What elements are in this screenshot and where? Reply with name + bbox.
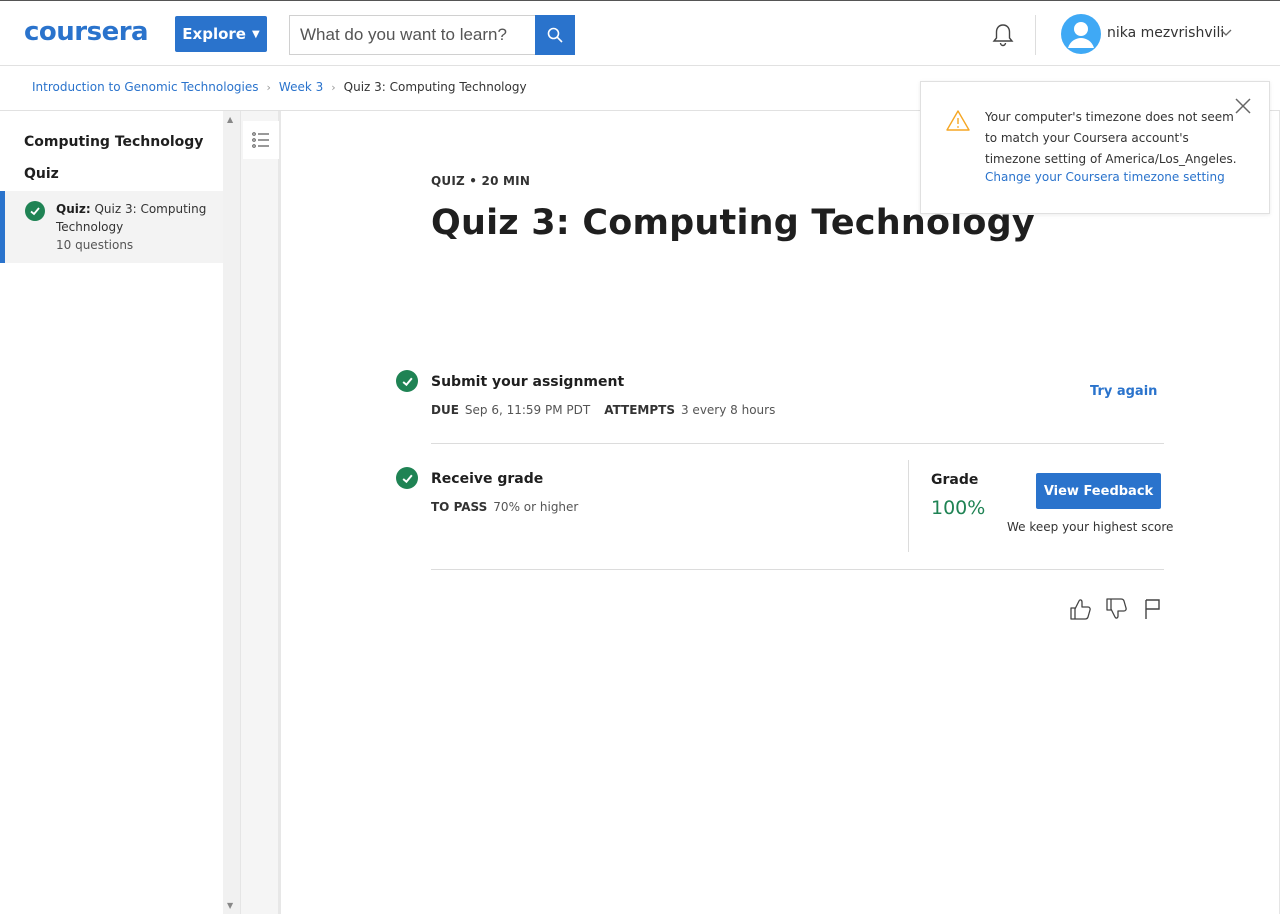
sidebar-section-sub: Quiz: [24, 166, 59, 182]
grade-value: 100%: [931, 497, 986, 519]
feedback-icons: [1069, 597, 1163, 621]
view-feedback-button[interactable]: View Feedback: [1036, 473, 1161, 509]
check-icon: [396, 370, 418, 392]
submit-title: Submit your assignment: [431, 374, 625, 390]
breadcrumb-course[interactable]: Introduction to Genomic Technologies: [32, 80, 259, 94]
search-button[interactable]: [535, 15, 575, 55]
try-again-link[interactable]: Try again: [1090, 384, 1157, 399]
pass-label: TO PASS: [431, 500, 488, 514]
username[interactable]: nika mezvrishvili: [1107, 25, 1224, 41]
thumbs-down-icon[interactable]: [1105, 597, 1127, 621]
sidebar-item-quiz[interactable]: Quiz: Quiz 3: Computing Technology 10 qu…: [0, 191, 223, 263]
divider: [431, 443, 1164, 444]
attempts-label: ATTEMPTS: [604, 403, 675, 417]
timezone-toast: Your computer's timezone does not seem t…: [920, 81, 1270, 214]
check-icon: [25, 201, 45, 221]
scroll-down-icon[interactable]: ▼: [227, 901, 233, 910]
chevron-down-icon: ▼: [251, 28, 260, 40]
list-icon[interactable]: [243, 121, 279, 159]
pass-details: TO PASS 70% or higher: [431, 500, 578, 514]
sidebar-item-meta: 10 questions: [56, 238, 134, 252]
bell-icon[interactable]: [990, 22, 1016, 48]
explore-button[interactable]: Explore ▼: [175, 16, 267, 52]
divider: [431, 569, 1164, 570]
main-content: QUIZ • 20 MIN Quiz 3: Computing Technolo…: [284, 111, 1280, 914]
sidebar-scrollbar[interactable]: ▲ ▼: [223, 111, 240, 914]
breadcrumb-week[interactable]: Week 3: [279, 80, 323, 94]
due-value: Sep 6, 11:59 PM PDT: [464, 403, 591, 417]
grade-label: Grade: [931, 472, 979, 488]
top-header: coursera Explore ▼ nika mezvrishvili: [0, 0, 1280, 66]
thumbs-up-icon[interactable]: [1069, 597, 1091, 621]
change-timezone-link[interactable]: Change your Coursera timezone setting: [985, 170, 1225, 184]
chevron-right-icon: ›: [266, 80, 271, 94]
flag-icon[interactable]: [1141, 597, 1163, 621]
grade-divider: [908, 460, 909, 552]
header-divider: [1035, 15, 1036, 55]
search-input[interactable]: [289, 15, 535, 55]
sidebar-section-title: Computing Technology: [24, 134, 204, 150]
breadcrumb: Introduction to Genomic Technologies › W…: [32, 80, 527, 94]
highest-score-note: We keep your highest score: [1007, 520, 1174, 534]
close-icon[interactable]: [1233, 96, 1253, 116]
attempts-value: 3 every 8 hours: [680, 403, 776, 417]
sidebar-item-label: Quiz: Quiz 3: Computing Technology: [56, 200, 216, 236]
sidebar: Computing Technology Quiz Quiz: Quiz 3: …: [0, 111, 223, 914]
breadcrumb-current: Quiz 3: Computing Technology: [343, 80, 527, 94]
submit-details: DUE Sep 6, 11:59 PM PDT ATTEMPTS 3 every 8 …: [431, 403, 775, 417]
check-icon: [396, 467, 418, 489]
quiz-meta: QUIZ • 20 MIN: [431, 174, 531, 188]
chevron-right-icon: ›: [331, 80, 336, 94]
coursera-logo[interactable]: coursera: [24, 17, 149, 47]
explore-label: Explore: [182, 25, 246, 43]
pass-value: 70% or higher: [493, 500, 579, 514]
search-icon: [547, 27, 563, 43]
avatar-icon[interactable]: [1061, 14, 1101, 54]
chevron-down-icon[interactable]: [1220, 29, 1232, 37]
due-label: DUE: [431, 403, 459, 417]
search-bar: [289, 15, 575, 55]
warning-icon: [946, 110, 970, 131]
sidebar-item-prefix: Quiz:: [56, 202, 91, 216]
receive-title: Receive grade: [431, 471, 544, 487]
toc-strip: [240, 111, 281, 914]
scroll-up-icon[interactable]: ▲: [227, 115, 233, 124]
toast-message: Your computer's timezone does not seem t…: [985, 110, 1237, 166]
